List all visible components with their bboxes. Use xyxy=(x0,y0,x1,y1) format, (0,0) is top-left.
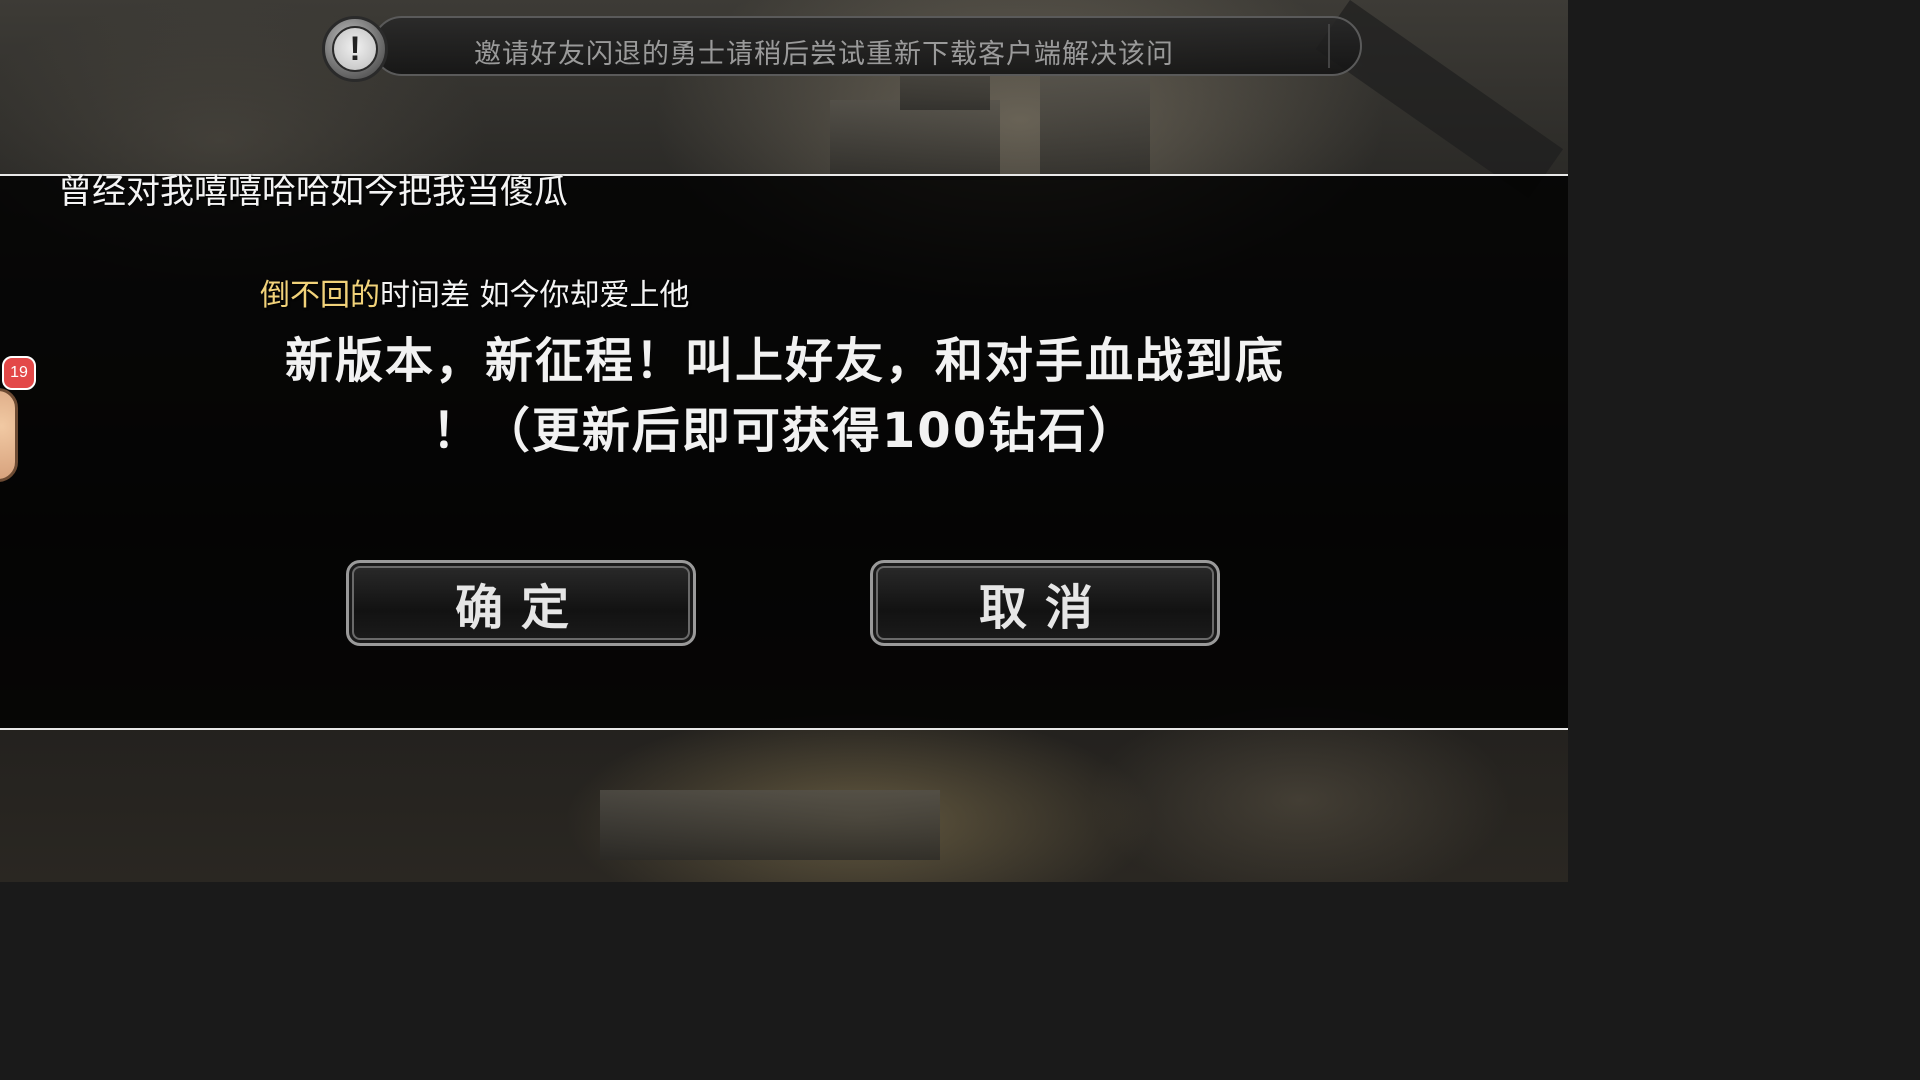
confirm-button[interactable]: 确定 xyxy=(346,560,696,646)
lyric-line-2: 倒不回的时间差 如今你却爱上他 xyxy=(260,270,690,314)
exclamation-icon: ! xyxy=(322,16,388,82)
background-building xyxy=(1040,70,1150,180)
notice-bar: 邀请好友闪退的勇士请稍后尝试重新下载客户端解决该问 xyxy=(372,16,1362,76)
dialog-message: 新版本，新征程！叫上好友，和对手血战到底 ！（更新后即可获得100钻石） xyxy=(230,326,1340,466)
lyric-line-2-highlight: 倒不回的 xyxy=(260,278,380,313)
lyric-line-2-rest: 时间差 如今你却爱上他 xyxy=(380,278,690,313)
dialog-message-line-2: ！（更新后即可获得100钻石） xyxy=(431,403,1139,459)
notice-divider xyxy=(1328,24,1330,68)
background-debris xyxy=(600,790,940,860)
dialog-message-line-1: 新版本，新征程！叫上好友，和对手血战到底 xyxy=(284,333,1285,389)
lyric-line-1: 曾经对我嘻嘻哈哈如今把我当傻瓜 xyxy=(58,172,568,212)
cancel-button[interactable]: 取消 xyxy=(870,560,1220,646)
floating-assistant-widget[interactable] xyxy=(0,388,18,482)
exclamation-glyph: ! xyxy=(332,26,378,72)
notice-text: 邀请好友闪退的勇士请稍后尝试重新下载客户端解决该问 xyxy=(474,39,1174,70)
background-building xyxy=(830,100,1000,180)
notification-badge[interactable]: 19 xyxy=(2,356,36,390)
